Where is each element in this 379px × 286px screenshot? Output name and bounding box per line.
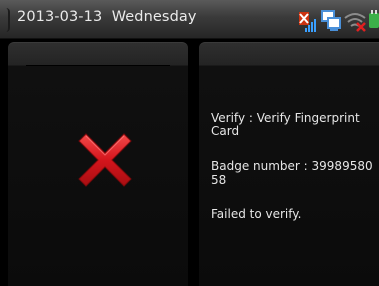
network-icon	[321, 10, 341, 31]
panel-divider	[26, 65, 170, 66]
verify-mode-line2: Card	[211, 124, 240, 138]
wifi-off-icon	[344, 13, 366, 32]
red-x-failure-icon	[78, 133, 132, 187]
weekday-text: Wednesday	[111, 9, 197, 25]
badge-number-line2: 58	[211, 173, 227, 187]
status-bar-edge	[0, 8, 10, 32]
verify-mode-line1: Verify : Verify Fingerprint	[211, 111, 360, 125]
date-display: 2013-03-13 Wednesday	[17, 9, 197, 25]
signal-error-icon	[299, 12, 316, 32]
badge-number-line1: Badge number : 39989580	[211, 159, 373, 173]
power-icon	[369, 10, 379, 28]
verify-status-text: Failed to verify.	[211, 207, 302, 221]
date-text: 2013-03-13	[17, 9, 103, 25]
status-bar: 2013-03-13 Wednesday	[0, 0, 379, 39]
attendance-terminal-screen: 2013-03-13 Wednesday Verify: Verify Fin…	[0, 0, 379, 286]
